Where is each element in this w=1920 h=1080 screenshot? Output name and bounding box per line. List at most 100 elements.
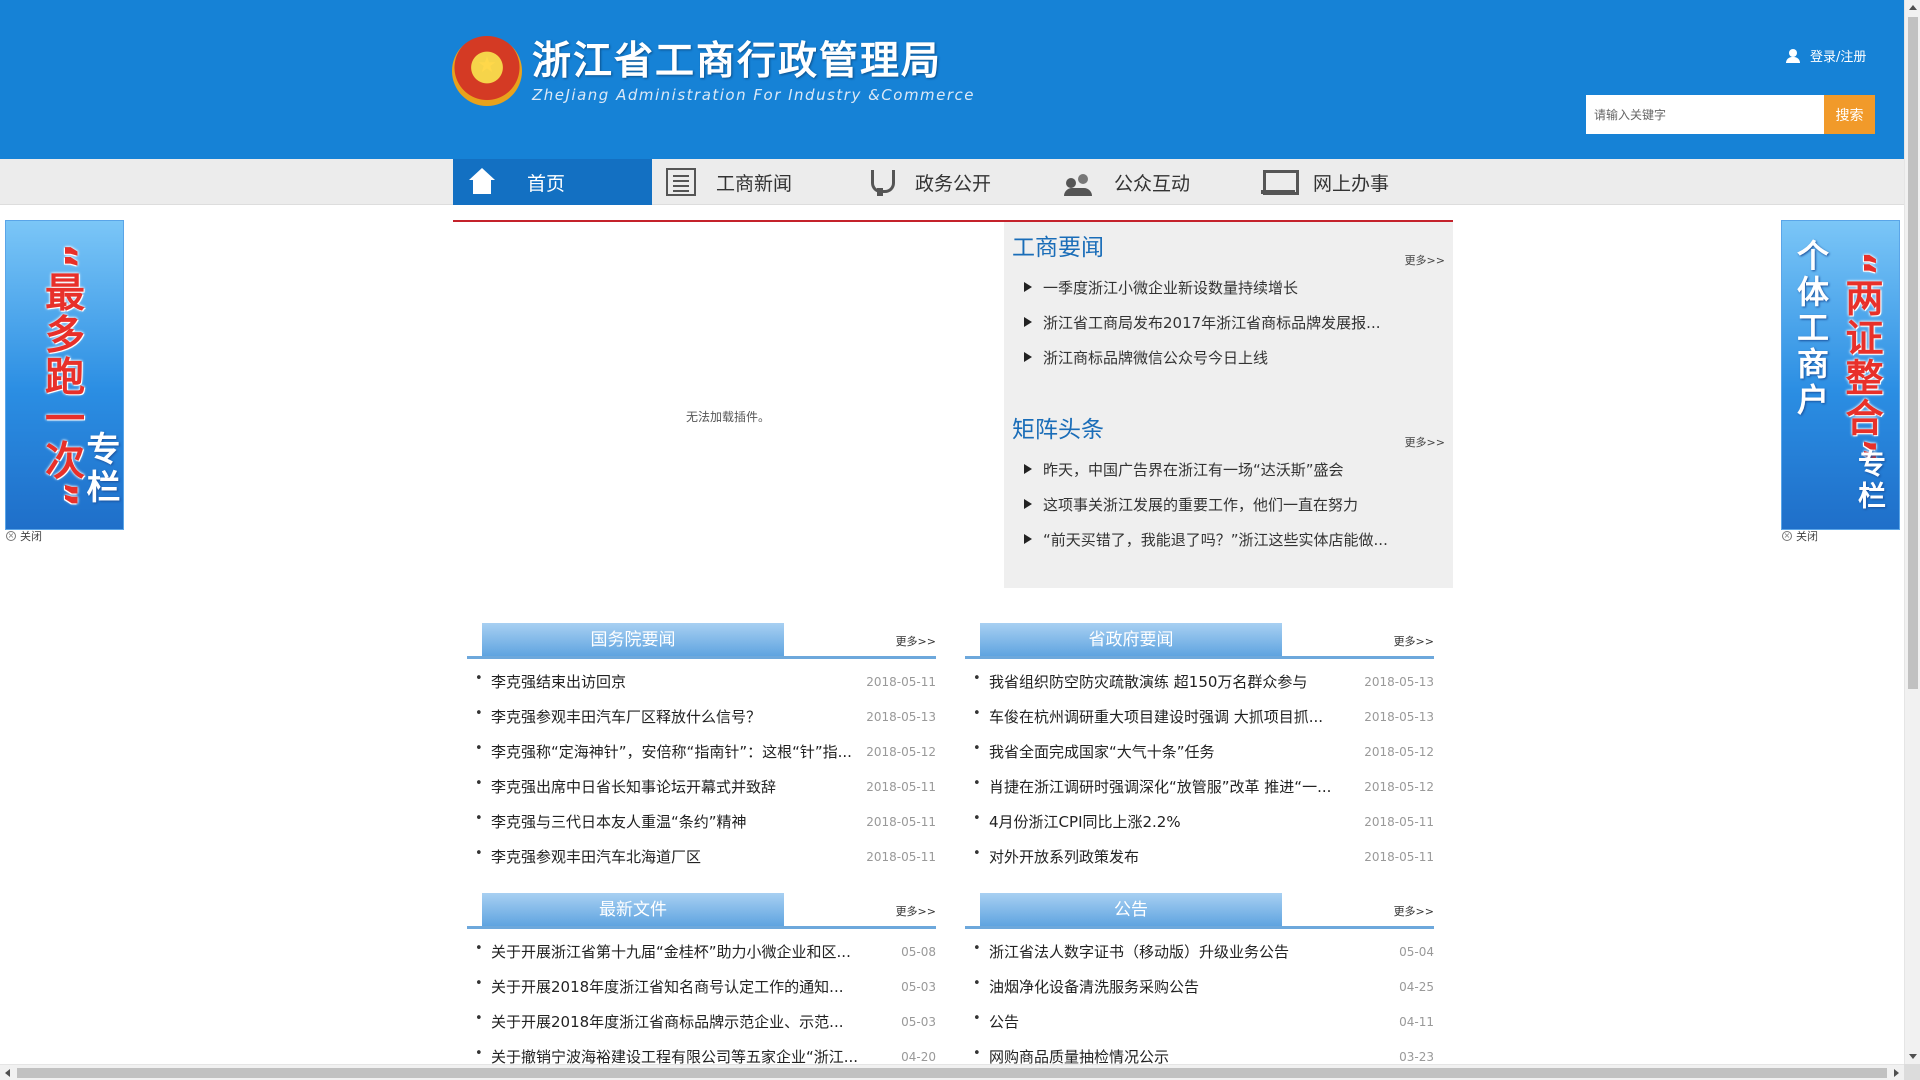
- scroll-right-arrow-icon[interactable]: [1894, 1069, 1899, 1077]
- list-item[interactable]: 关于开展2018年度浙江省知名商号认定工作的通知...05-03: [467, 969, 936, 1004]
- news-list: 浙江省法人数字证书（移动版）升级业务公告05-04 油烟净化设备清洗服务采购公告…: [965, 934, 1434, 1074]
- list-item-date: 04-20: [901, 1049, 936, 1064]
- list-item-title: 关于开展2018年度浙江省商标品牌示范企业、示范...: [467, 1011, 901, 1032]
- close-icon: ×: [1782, 531, 1792, 541]
- list-item-title: 这项事关浙江发展的重要工作，他们一直在努力: [1043, 496, 1359, 514]
- section-title: 矩阵头条: [1012, 417, 1104, 443]
- list-item[interactable]: 李克强称“定海神针”，安倍称“指南针”：这根“针”指...2018-05-12: [467, 734, 936, 769]
- list-item-date: 2018-05-11: [1364, 814, 1434, 829]
- list-item-title: 4月份浙江CPI同比上涨2.2%: [965, 811, 1364, 832]
- scroll-left-arrow-icon[interactable]: [5, 1069, 10, 1077]
- news-list: 李克强结束出访回京2018-05-11 李克强参观丰田汽车厂区释放什么信号？20…: [467, 664, 936, 874]
- more-link[interactable]: 更多>>: [896, 633, 936, 649]
- list-item[interactable]: 肖捷在浙江调研时强调深化“放管服”改革 推进“一...2018-05-12: [965, 769, 1434, 804]
- vertical-scroll-thumb[interactable]: [1908, 17, 1918, 689]
- list-item-date: 04-25: [1399, 979, 1434, 994]
- list-item[interactable]: “前天买错了，我能退了吗？”浙江这些实体店能做...: [1012, 523, 1445, 558]
- list-item[interactable]: 李克强参观丰田汽车北海道厂区2018-05-11: [467, 839, 936, 874]
- nav-item-public-interaction[interactable]: 公众互动: [1050, 159, 1249, 205]
- user-icon: [1786, 48, 1800, 63]
- news-list: 昨天，中国广告界在浙江有一场“达沃斯”盛会 这项事关浙江发展的重要工作，他们一直…: [1012, 453, 1445, 558]
- list-item-title: 李克强参观丰田汽车厂区释放什么信号？: [467, 706, 866, 727]
- people-icon: [1064, 168, 1094, 196]
- more-link[interactable]: 更多>>: [1394, 903, 1434, 919]
- nav-item-online-services[interactable]: 网上办事: [1249, 159, 1448, 205]
- list-item-date: 05-03: [901, 979, 936, 994]
- list-item-date: 04-11: [1399, 1014, 1434, 1029]
- list-item[interactable]: 一季度浙江小微企业新设数量持续增长: [1012, 271, 1445, 306]
- logo-text: 浙江省工商行政管理局 ZheJiang Administration For I…: [532, 39, 975, 103]
- login-register-label: 登录/注册: [1810, 50, 1867, 65]
- headline-panel: 工商要闻 更多>> 一季度浙江小微企业新设数量持续增长 浙江省工商局发布2017…: [1004, 222, 1453, 588]
- list-item[interactable]: 油烟净化设备清洗服务采购公告04-25: [965, 969, 1434, 1004]
- nav-item-home[interactable]: 首页: [453, 159, 652, 205]
- latest-files-block: 最新文件 更多>> 关于开展浙江省第十九届“金桂杯”助力小微企业和区...05-…: [467, 893, 936, 1074]
- list-item[interactable]: 李克强参观丰田汽车厂区释放什么信号？2018-05-13: [467, 699, 936, 734]
- scroll-up-arrow-icon[interactable]: [1909, 5, 1917, 10]
- list-item-date: 2018-05-13: [1364, 674, 1434, 689]
- logo-title-en: ZheJiang Administration For Industry &Co…: [532, 86, 976, 104]
- list-item[interactable]: 关于开展浙江省第十九届“金桂杯”助力小微企业和区...05-08: [467, 934, 936, 969]
- list-item[interactable]: 4月份浙江CPI同比上涨2.2%2018-05-11: [965, 804, 1434, 839]
- triangle-bullet-icon: [1024, 464, 1032, 474]
- list-item[interactable]: 我省全面完成国家“大气十条”任务2018-05-12: [965, 734, 1434, 769]
- list-item[interactable]: 昨天，中国广告界在浙江有一场“达沃斯”盛会: [1012, 453, 1445, 488]
- nav-item-label: 公众互动: [1114, 172, 1191, 195]
- list-item[interactable]: 我省组织防空防灾疏散演练 超150万名群众参与2018-05-13: [965, 664, 1434, 699]
- government-icon: [865, 168, 895, 196]
- list-item[interactable]: 对外开放系列政策发布2018-05-11: [965, 839, 1434, 874]
- right-banner-close-button[interactable]: × 关闭: [1782, 528, 1818, 544]
- list-item-date: 2018-05-13: [866, 709, 936, 724]
- search-button[interactable]: 搜索: [1824, 95, 1875, 134]
- site-logo[interactable]: 浙江省工商行政管理局 ZheJiang Administration For I…: [452, 36, 975, 106]
- list-item-date: 2018-05-11: [866, 814, 936, 829]
- national-emblem-icon: [452, 36, 522, 106]
- list-item[interactable]: 这项事关浙江发展的重要工作，他们一直在努力: [1012, 488, 1445, 523]
- more-link[interactable]: 更多>>: [1394, 633, 1434, 649]
- more-link[interactable]: 更多>>: [1405, 252, 1445, 268]
- list-item[interactable]: 浙江商标品牌微信公众号今日上线: [1012, 341, 1445, 376]
- right-floating-banner[interactable]: 个体工商户 “两证整合” 专栏: [1781, 220, 1900, 530]
- list-item-date: 05-03: [901, 1014, 936, 1029]
- vertical-scrollbar[interactable]: [1904, 0, 1920, 1064]
- main-navigation: 首页 工商新闻 政务公开 公众互动 网上办事: [453, 159, 1448, 205]
- list-item[interactable]: 车俊在杭州调研重大项目建设时强调 大抓项目抓...2018-05-13: [965, 699, 1434, 734]
- triangle-bullet-icon: [1024, 499, 1032, 509]
- home-icon: [467, 168, 497, 196]
- left-banner-close-button[interactable]: × 关闭: [6, 528, 42, 544]
- banner-tail: 专栏: [1854, 449, 1887, 513]
- list-item-date: 2018-05-11: [866, 674, 936, 689]
- list-item-title: 车俊在杭州调研重大项目建设时强调 大抓项目抓...: [965, 706, 1364, 727]
- more-link[interactable]: 更多>>: [1405, 434, 1445, 450]
- list-item[interactable]: 浙江省工商局发布2017年浙江省商标品牌发展报...: [1012, 306, 1445, 341]
- list-item-title: 李克强称“定海神针”，安倍称“指南针”：这根“针”指...: [467, 741, 866, 762]
- horizontal-scroll-thumb[interactable]: [17, 1068, 1887, 1078]
- list-item-title: 李克强结束出访回京: [467, 671, 866, 692]
- search-input[interactable]: [1586, 95, 1824, 134]
- login-register-link[interactable]: 登录/注册: [1786, 46, 1866, 65]
- block-header: 省政府要闻 更多>>: [965, 623, 1434, 659]
- list-item-date: 2018-05-12: [866, 744, 936, 759]
- list-item[interactable]: 关于开展2018年度浙江省商标品牌示范企业、示范...05-03: [467, 1004, 936, 1039]
- more-link[interactable]: 更多>>: [896, 903, 936, 919]
- nav-item-government-affairs[interactable]: 政务公开: [851, 159, 1050, 205]
- list-item[interactable]: 公告04-11: [965, 1004, 1434, 1039]
- list-item-title: 浙江省法人数字证书（移动版）升级业务公告: [965, 941, 1399, 962]
- state-council-news-block: 国务院要闻 更多>> 李克强结束出访回京2018-05-11 李克强参观丰田汽车…: [467, 623, 936, 874]
- block-title: 省政府要闻: [980, 623, 1282, 656]
- close-label: 关闭: [20, 530, 42, 543]
- block-title: 公告: [980, 893, 1282, 926]
- list-item[interactable]: 李克强结束出访回京2018-05-11: [467, 664, 936, 699]
- list-item-title: 肖捷在浙江调研时强调深化“放管服”改革 推进“一...: [965, 776, 1364, 797]
- nav-item-news[interactable]: 工商新闻: [652, 159, 851, 205]
- list-item-title: 关于开展2018年度浙江省知名商号认定工作的通知...: [467, 976, 901, 997]
- list-item[interactable]: 李克强与三代日本友人重温“条约”精神2018-05-11: [467, 804, 936, 839]
- scroll-down-arrow-icon[interactable]: [1909, 1054, 1917, 1059]
- main-navigation-bar: 首页 工商新闻 政务公开 公众互动 网上办事: [0, 159, 1904, 205]
- left-floating-banner[interactable]: “最多跑一次” 专栏: [5, 220, 124, 530]
- list-item[interactable]: 李克强出席中日省长知事论坛开幕式并致辞2018-05-11: [467, 769, 936, 804]
- list-item[interactable]: 浙江省法人数字证书（移动版）升级业务公告05-04: [965, 934, 1434, 969]
- list-item-title: 浙江省工商局发布2017年浙江省商标品牌发展报...: [1043, 314, 1381, 332]
- horizontal-scrollbar[interactable]: [0, 1064, 1904, 1080]
- page: 浙江省工商行政管理局 ZheJiang Administration For I…: [0, 0, 1920, 1080]
